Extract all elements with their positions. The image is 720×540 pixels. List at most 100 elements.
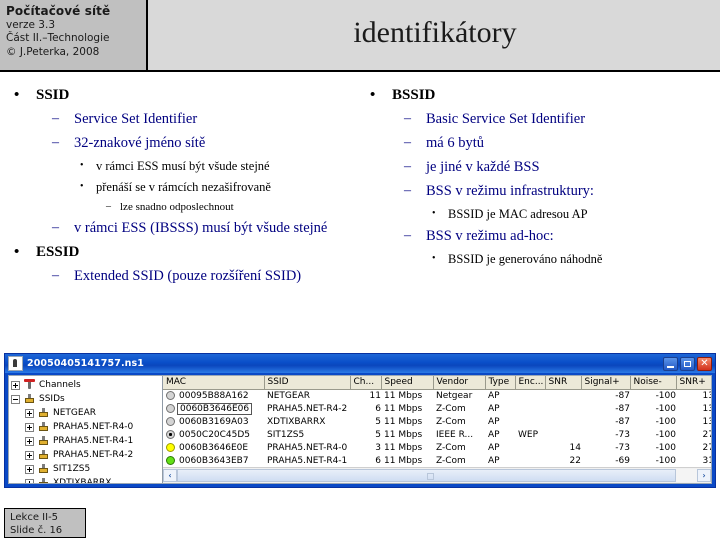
cell-enc (515, 454, 545, 467)
bullet-text: Extended SSID (pouze rozšíření SSID) (74, 268, 302, 284)
tree-item-channels[interactable]: Channels (11, 378, 162, 392)
table-row[interactable]: 0050C20C45D5 SIT1ZS5 5 11 Mbps IEEE R...… (163, 428, 711, 441)
column-header-noise[interactable]: Noise- (630, 376, 677, 390)
course-branding-block: Počítačové sítě verze 3.3 Část II.–Techn… (0, 0, 148, 70)
cell-type: AP (488, 455, 500, 466)
bullet-text: lze snadno odposlechnout (120, 201, 234, 213)
cell-mac: 0060B3646E0E (163, 441, 264, 454)
column-header-snr[interactable]: SNR (545, 376, 582, 390)
tree-item-praha5-net-r4-0[interactable]: PRAHA5.NET-R4-0 (11, 420, 162, 434)
window-title: 20050405141757.ns1 (27, 358, 144, 369)
cell-mac: 0060B3169A03 (163, 415, 264, 428)
scroll-right-arrow-icon[interactable]: › (697, 469, 711, 482)
column-header-vendor[interactable]: Vendor (433, 376, 486, 390)
bullet-marker: – (52, 111, 59, 126)
bullet-item: – Extended SSID (pouze rozšíření SSID) (14, 267, 370, 285)
bullet-text: je jiné v každé BSS (426, 159, 540, 175)
scroll-left-arrow-icon[interactable]: ‹ (163, 469, 177, 482)
table-row[interactable]: 0060B3169A03 XDTIXBARRX 5 11 Mbps Z-Com … (163, 415, 711, 428)
tree-item-praha5-net-r4-1[interactable]: PRAHA5.NET-R4-1 (11, 434, 162, 448)
cell-signal: -87 (615, 403, 630, 414)
cell-snrplus: 13 (702, 390, 711, 401)
cell-enc (515, 415, 545, 428)
bullet-item: – Service Set Identifier (14, 110, 370, 128)
bullet-marker: – (52, 268, 59, 283)
tree-item-sit1zs5[interactable]: SIT1ZS5 (11, 462, 162, 476)
bullet-text: 32-znakové jméno sítě (74, 135, 206, 151)
cell-speed: 11 Mbps (384, 429, 423, 440)
scrollbar-thumb[interactable] (177, 469, 677, 482)
cell-signal: -87 (615, 416, 630, 427)
bullet-item: • BSSID je MAC adresou AP (370, 206, 718, 222)
cell-signal: -73 (615, 429, 630, 440)
bullet-text: BSSID je generováno náhodně (448, 252, 603, 266)
scrollbar-track[interactable] (177, 469, 697, 482)
maximize-button[interactable] (680, 356, 695, 371)
expand-plus-icon[interactable] (25, 436, 34, 446)
tree-item-ssids[interactable]: SSIDs (11, 392, 162, 406)
network-table-pane: MAC SSID Ch... Speed Vendor Type Enc... … (163, 376, 711, 483)
mac-value: 0060B3646E0E (179, 442, 249, 453)
accesspoint-icon (37, 463, 50, 475)
bullet-marker: – (52, 220, 59, 235)
column-header-snrplus[interactable]: SNR+ (676, 376, 711, 390)
tree-pane[interactable]: Channels SSIDs NETGEAR PRAHA5.NET-R4-0 P… (9, 376, 163, 483)
cell-type: AP (488, 390, 500, 401)
bullet-text: má 6 bytů (426, 135, 484, 151)
cell-snr (545, 415, 581, 428)
column-header-ssid[interactable]: SSID (264, 376, 351, 390)
cell-speed: 11 Mbps (384, 403, 423, 414)
minimize-button[interactable] (663, 356, 678, 371)
course-part: Část II.–Technologie (6, 32, 110, 44)
bullet-marker: – (404, 183, 411, 198)
column-header-type[interactable]: Type (485, 376, 516, 390)
cell-mac: 0050C20C45D5 (163, 428, 264, 441)
cell-channel: 6 (375, 403, 381, 414)
tree-item-label: XDTIXBARRX (53, 478, 112, 483)
bullet-marker: – (106, 201, 111, 212)
collapse-minus-icon[interactable] (11, 394, 20, 404)
expand-plus-icon[interactable] (25, 450, 34, 460)
tree-item-label: NETGEAR (53, 408, 96, 418)
network-table: MAC SSID Ch... Speed Vendor Type Enc... … (163, 376, 711, 467)
column-header-enc[interactable]: Enc... (515, 376, 546, 390)
slide-number-label: Slide č. 16 (10, 525, 63, 536)
column-header-channel[interactable]: Ch... (350, 376, 382, 390)
expand-plus-icon[interactable] (25, 408, 34, 418)
expand-plus-icon[interactable] (25, 478, 34, 483)
cell-vendor: Z-Com (436, 455, 466, 466)
cell-channel: 3 (375, 442, 381, 453)
close-icon: ✕ (700, 357, 709, 369)
tree-item-netgear[interactable]: NETGEAR (11, 406, 162, 420)
bullet-item: • ESSID (14, 243, 370, 262)
expand-plus-icon[interactable] (25, 464, 34, 474)
bullet-text: BSSID (392, 87, 436, 103)
horizontal-scrollbar[interactable]: ‹ › (163, 467, 711, 483)
table-row[interactable]: 0060B3646E0E PRAHA5.NET-R4-0 3 11 Mbps Z… (163, 441, 711, 454)
cell-type: AP (488, 403, 500, 414)
table-row[interactable]: 0060B3643EB7 PRAHA5.NET-R4-1 6 11 Mbps Z… (163, 454, 711, 467)
bullet-text: přenáší se v rámcích nezašifrovaně (96, 180, 271, 194)
window-titlebar[interactable]: 20050405141757.ns1 ✕ (5, 354, 715, 373)
antenna-icon (23, 379, 36, 391)
tree-item-xdtixbarrx[interactable]: XDTIXBARRX (11, 476, 162, 483)
column-header-signal[interactable]: Signal+ (581, 376, 631, 390)
mac-value: 0060B3169A03 (179, 416, 249, 427)
slide: Počítačové sítě verze 3.3 Část II.–Techn… (0, 0, 720, 540)
expand-plus-icon[interactable] (25, 422, 34, 432)
table-row[interactable]: 0060B3646E06 PRAHA5.NET-R4-2 6 11 Mbps Z… (163, 402, 711, 415)
table-row[interactable]: 00095B88A162 NETGEAR 11 11 Mbps Netgear … (163, 389, 711, 402)
close-button[interactable]: ✕ (697, 356, 712, 371)
bullet-item: • BSSID je generováno náhodně (370, 251, 718, 267)
expand-plus-icon[interactable] (11, 380, 20, 390)
column-header-speed[interactable]: Speed (381, 376, 434, 390)
cell-noise: -100 (655, 442, 676, 453)
window-body: Channels SSIDs NETGEAR PRAHA5.NET-R4-0 P… (8, 375, 712, 484)
bullet-item: – BSS v režimu infrastruktury: (370, 182, 718, 200)
mac-value: 0060B3646E06 (177, 402, 253, 415)
bullet-column-right: • BSSID – Basic Service Set Identifier –… (370, 86, 718, 272)
column-header-mac[interactable]: MAC (163, 376, 265, 390)
cell-noise: -100 (655, 416, 676, 427)
bullet-column-left: • SSID – Service Set Identifier – 32-zna… (14, 86, 370, 291)
tree-item-praha5-net-r4-2[interactable]: PRAHA5.NET-R4-2 (11, 448, 162, 462)
